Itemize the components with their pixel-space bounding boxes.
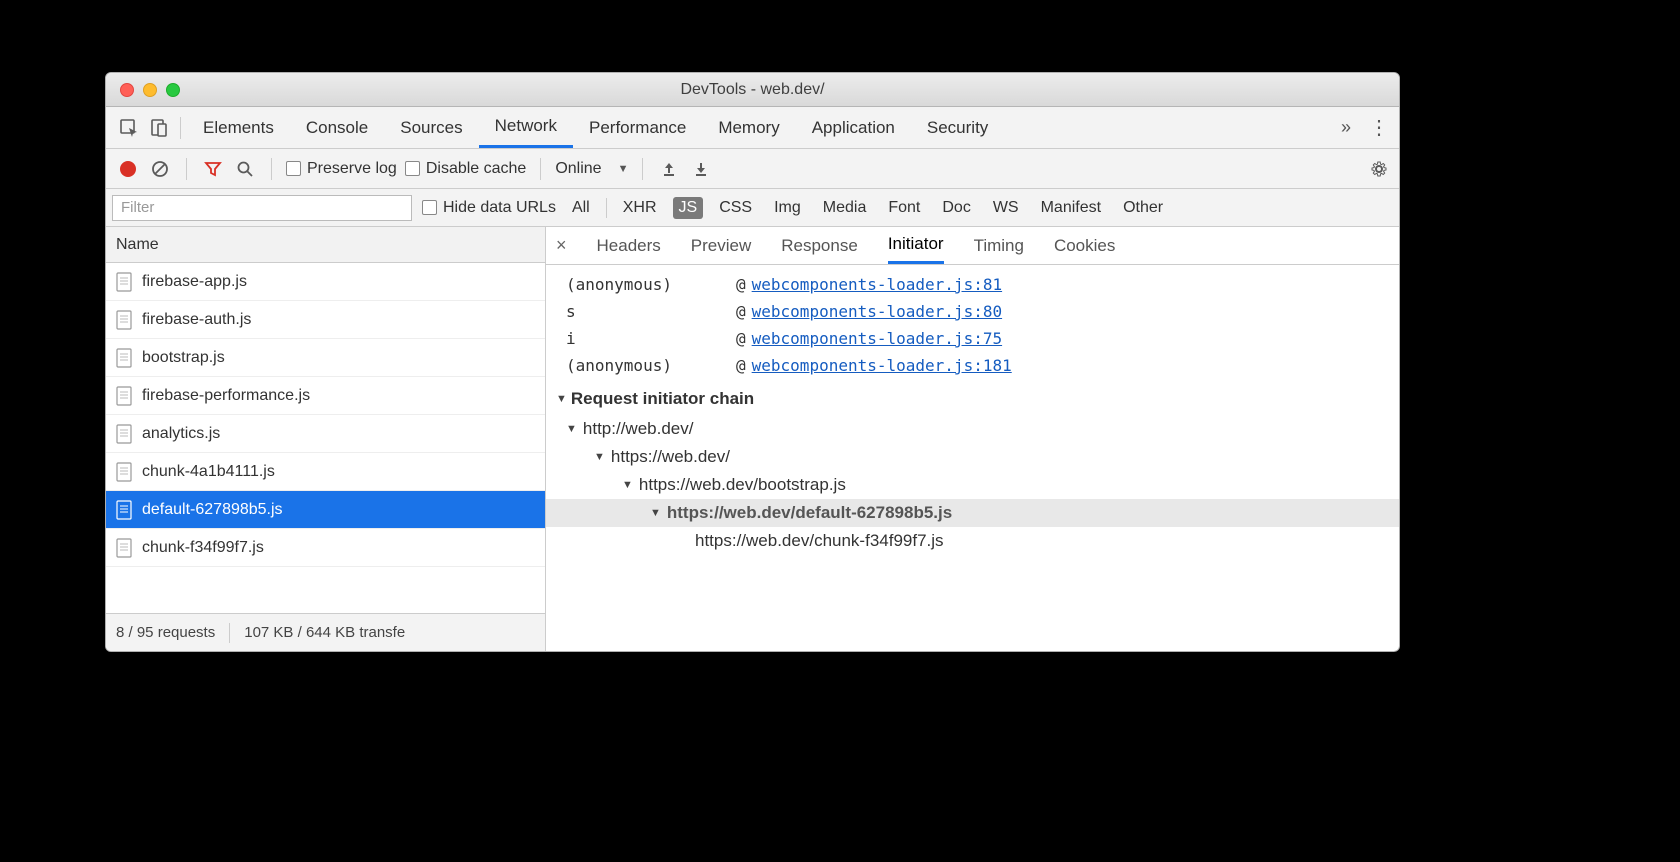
filter-type-img[interactable]: Img xyxy=(768,197,807,219)
inspect-icon[interactable] xyxy=(114,113,144,143)
source-link[interactable]: webcomponents-loader.js:80 xyxy=(752,302,1002,321)
tab-application[interactable]: Application xyxy=(796,107,911,148)
tab-console[interactable]: Console xyxy=(290,107,384,148)
filter-input[interactable]: Filter xyxy=(112,195,412,221)
request-row[interactable]: bootstrap.js xyxy=(106,339,545,377)
tab-memory[interactable]: Memory xyxy=(702,107,795,148)
request-row[interactable]: chunk-4a1b4111.js xyxy=(106,453,545,491)
detail-tabs: × Headers Preview Response Initiator Timing C… xyxy=(546,227,1399,265)
detail-tab-cookies[interactable]: Cookies xyxy=(1054,227,1115,264)
filter-type-all[interactable]: All xyxy=(566,197,596,219)
request-row[interactable]: firebase-auth.js xyxy=(106,301,545,339)
chain-row[interactable]: ▼https://web.dev/default-627898b5.js xyxy=(546,499,1399,527)
minimize-window-button[interactable] xyxy=(143,83,157,97)
request-row[interactable]: firebase-app.js xyxy=(106,263,545,301)
record-button[interactable] xyxy=(116,157,140,181)
detail-tab-initiator[interactable]: Initiator xyxy=(888,227,944,264)
titlebar: DevTools - web.dev/ xyxy=(106,73,1399,107)
stack-frame: s@webcomponents-loader.js:80 xyxy=(546,298,1399,325)
chain-row[interactable]: ▼https://web.dev/bootstrap.js xyxy=(546,471,1399,499)
network-toolbar: Preserve log Disable cache Online▼ xyxy=(106,149,1399,189)
request-row[interactable]: firebase-performance.js xyxy=(106,377,545,415)
status-bar: 8 / 95 requests 107 KB / 644 KB transfe xyxy=(106,613,545,651)
clear-button[interactable] xyxy=(148,157,172,181)
filter-type-doc[interactable]: Doc xyxy=(936,197,976,219)
disable-cache-checkbox[interactable]: Disable cache xyxy=(405,160,527,178)
stack-frame: (anonymous)@webcomponents-loader.js:181 xyxy=(546,352,1399,379)
stack-frame: (anonymous)@webcomponents-loader.js:81 xyxy=(546,271,1399,298)
upload-har-icon[interactable] xyxy=(657,157,681,181)
filter-type-js[interactable]: JS xyxy=(673,197,704,219)
request-row[interactable]: chunk-f34f99f7.js xyxy=(106,529,545,567)
request-row[interactable]: default-627898b5.js xyxy=(106,491,545,529)
source-link[interactable]: webcomponents-loader.js:81 xyxy=(752,275,1002,294)
devtools-window: DevTools - web.dev/ ElementsConsoleSourc… xyxy=(105,72,1400,652)
search-icon[interactable] xyxy=(233,157,257,181)
filter-type-ws[interactable]: WS xyxy=(987,197,1025,219)
window-title: DevTools - web.dev/ xyxy=(106,81,1399,99)
filter-type-xhr[interactable]: XHR xyxy=(617,197,663,219)
status-requests: 8 / 95 requests xyxy=(116,624,215,641)
filter-type-font[interactable]: Font xyxy=(882,197,926,219)
throttling-select[interactable]: Online▼ xyxy=(555,160,628,178)
preserve-log-checkbox[interactable]: Preserve log xyxy=(286,160,397,178)
filter-toggle-icon[interactable] xyxy=(201,157,225,181)
detail-tab-preview[interactable]: Preview xyxy=(691,227,751,264)
detail-tab-headers[interactable]: Headers xyxy=(597,227,661,264)
filter-type-other[interactable]: Other xyxy=(1117,197,1169,219)
initiator-chain-header[interactable]: ▼Request initiator chain xyxy=(546,379,1399,415)
more-tabs-button[interactable]: » xyxy=(1331,117,1361,138)
filter-type-media[interactable]: Media xyxy=(817,197,873,219)
tab-network[interactable]: Network xyxy=(479,107,573,148)
request-row[interactable]: analytics.js xyxy=(106,415,545,453)
filter-bar: Filter Hide data URLs All XHR JS CSS Img Medi… xyxy=(106,189,1399,227)
chain-row[interactable]: ▼http://web.dev/ xyxy=(546,415,1399,443)
filter-type-manifest[interactable]: Manifest xyxy=(1035,197,1107,219)
tab-elements[interactable]: Elements xyxy=(187,107,290,148)
request-list-pane: Name firebase-app.jsfirebase-auth.jsboot… xyxy=(106,227,546,651)
column-header-name[interactable]: Name xyxy=(106,227,545,263)
zoom-window-button[interactable] xyxy=(166,83,180,97)
traffic-lights xyxy=(106,83,180,97)
kebab-menu-button[interactable]: ⋮ xyxy=(1367,115,1391,140)
device-toggle-icon[interactable] xyxy=(144,113,174,143)
settings-icon[interactable] xyxy=(1369,159,1389,179)
tab-security[interactable]: Security xyxy=(911,107,1004,148)
source-link[interactable]: webcomponents-loader.js:75 xyxy=(752,329,1002,348)
filter-type-css[interactable]: CSS xyxy=(713,197,758,219)
detail-pane: × Headers Preview Response Initiator Timing C… xyxy=(546,227,1399,651)
source-link[interactable]: webcomponents-loader.js:181 xyxy=(752,356,1012,375)
detail-tab-response[interactable]: Response xyxy=(781,227,858,264)
status-transfer: 107 KB / 644 KB transfe xyxy=(244,624,405,641)
detail-tab-timing[interactable]: Timing xyxy=(974,227,1024,264)
close-detail-button[interactable]: × xyxy=(556,235,567,256)
tab-performance[interactable]: Performance xyxy=(573,107,702,148)
close-window-button[interactable] xyxy=(120,83,134,97)
chain-row[interactable]: ▼https://web.dev/ xyxy=(546,443,1399,471)
download-har-icon[interactable] xyxy=(689,157,713,181)
hide-data-urls-checkbox[interactable]: Hide data URLs xyxy=(422,199,556,217)
main-tabs: ElementsConsoleSourcesNetworkPerformance… xyxy=(106,107,1399,149)
tab-sources[interactable]: Sources xyxy=(384,107,478,148)
chain-row[interactable]: https://web.dev/chunk-f34f99f7.js xyxy=(546,527,1399,555)
stack-frame: i@webcomponents-loader.js:75 xyxy=(546,325,1399,352)
